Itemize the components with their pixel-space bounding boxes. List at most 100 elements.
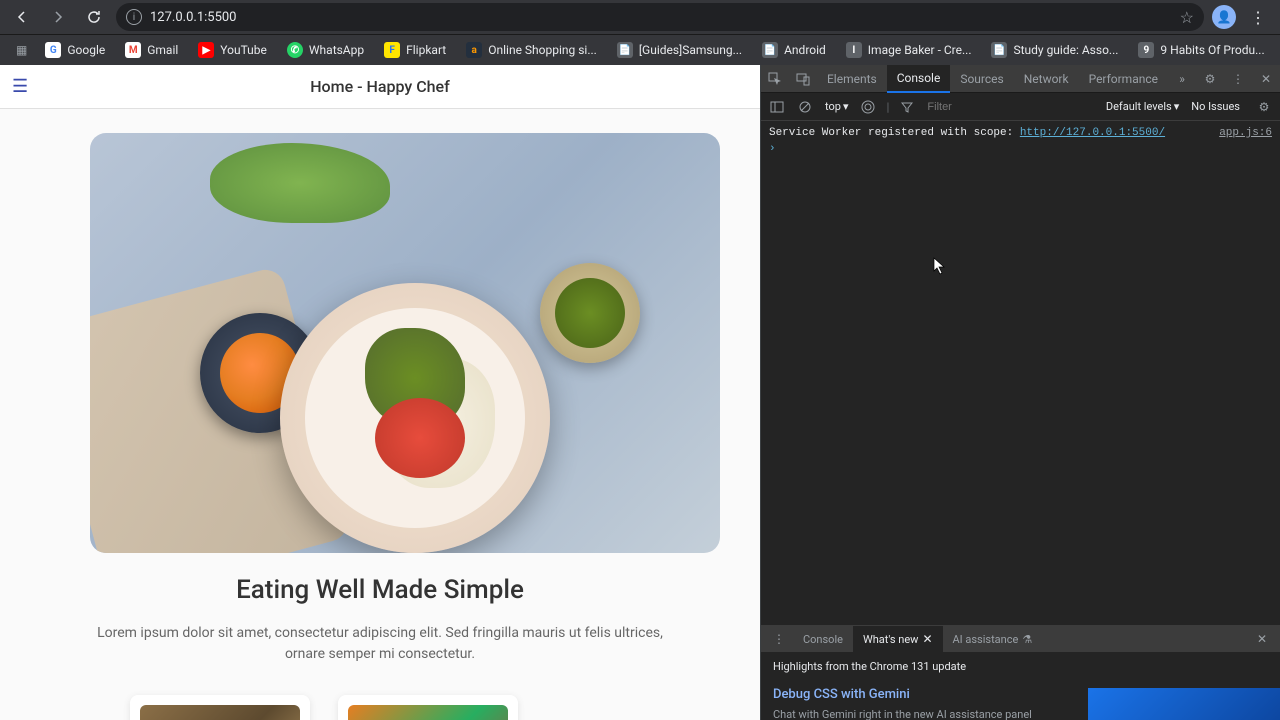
browser-toolbar: i 127.0.0.1:5500 ☆ 👤 ⋮ — [0, 0, 1280, 35]
drawer-tab-whatsnew[interactable]: What's new✕ — [853, 626, 943, 652]
bookmark-label: YouTube — [220, 43, 267, 57]
bookmark-item[interactable]: 📄Create services ne... — [1277, 38, 1280, 62]
address-bar[interactable]: i 127.0.0.1:5500 ☆ — [116, 3, 1204, 31]
bookmark-label: 9 Habits Of Produ... — [1160, 43, 1264, 57]
bookmark-label: WhatsApp — [309, 43, 364, 57]
bookmark-favicon: 9 — [1138, 42, 1154, 58]
devtools-tab-network[interactable]: Network — [1014, 65, 1079, 93]
close-icon[interactable]: ✕ — [922, 632, 932, 646]
bookmark-favicon: F — [384, 42, 400, 58]
issues-count[interactable]: No Issues — [1183, 100, 1248, 113]
apps-button[interactable]: ▦ — [8, 39, 33, 61]
bookmark-item[interactable]: ✆ WhatsApp — [279, 38, 372, 62]
console-settings-icon[interactable]: ⚙ — [1252, 95, 1276, 119]
bookmark-label: Gmail — [147, 43, 178, 57]
chrome-menu-icon[interactable]: ⋮ — [1244, 8, 1272, 27]
site-info-icon[interactable]: i — [126, 9, 142, 25]
bookmark-label: Flipkart — [406, 43, 446, 57]
bookmark-label: Image Baker - Cre... — [868, 43, 972, 57]
bookmark-item[interactable]: 9 9 Habits Of Produ... — [1130, 38, 1272, 62]
bookmark-item[interactable]: F Flipkart — [376, 38, 454, 62]
hero-image — [90, 133, 720, 553]
bookmark-item[interactable]: ▶ YouTube — [190, 38, 275, 62]
bookmark-item[interactable]: 📄 Android — [754, 38, 834, 62]
page-header: ☰ Home - Happy Chef — [0, 65, 760, 109]
drawer-close-icon[interactable]: ✕ — [1248, 625, 1276, 653]
console-input[interactable] — [782, 143, 1272, 155]
bookmark-favicon: a — [466, 42, 482, 58]
recipe-card[interactable] — [338, 695, 518, 720]
devtools-close-icon[interactable]: ✕ — [1252, 65, 1280, 93]
log-message: Service Worker registered with scope: ht… — [769, 127, 1219, 139]
bookmark-favicon: 📄 — [762, 42, 778, 58]
more-tabs-icon[interactable]: » — [1168, 65, 1196, 93]
bookmark-favicon: I — [846, 42, 862, 58]
devtools-tab-sources[interactable]: Sources — [950, 65, 1013, 93]
recipe-card-image — [140, 705, 300, 720]
drawer-tab-console[interactable]: Console — [793, 626, 853, 652]
page-title: Home - Happy Chef — [310, 77, 450, 96]
back-button[interactable] — [8, 3, 36, 31]
feature-thumbnail — [1088, 688, 1280, 720]
console-sidebar-toggle-icon[interactable] — [765, 95, 789, 119]
forward-button[interactable] — [44, 3, 72, 31]
recipe-cards — [90, 695, 670, 720]
bookmark-label: Study guide: Asso... — [1013, 43, 1118, 57]
whatsnew-heading: Highlights from the Chrome 131 update — [773, 660, 1268, 673]
console-toolbar: top▾ | Default levels▾ No Issues ⚙ — [761, 93, 1280, 121]
recipe-card[interactable] — [130, 695, 310, 720]
bookmark-label: [Guides]Samsung... — [639, 43, 742, 57]
bookmark-item[interactable]: 📄[Guides]Samsung... — [609, 38, 750, 62]
bookmark-item[interactable]: G Google — [37, 38, 113, 62]
page-content: Eating Well Made Simple Lorem ipsum dolo… — [0, 109, 760, 720]
bookmark-label: Android — [784, 43, 826, 57]
devtools-menu-icon[interactable]: ⋮ — [1224, 65, 1252, 93]
console-prompt[interactable]: › — [769, 141, 1272, 157]
bookmark-label: Online Shopping si... — [488, 43, 597, 57]
console-filter-input[interactable] — [923, 97, 1073, 117]
log-levels-select[interactable]: Default levels▾ — [1106, 100, 1179, 113]
url-text: 127.0.0.1:5500 — [150, 10, 237, 25]
devtools-tab-elements[interactable]: Elements — [817, 65, 887, 93]
reload-button[interactable] — [80, 3, 108, 31]
flask-icon: ⚗ — [1022, 633, 1032, 646]
mouse-cursor-icon — [933, 257, 947, 275]
bookmark-item[interactable]: 📄 Study guide: Asso... — [983, 38, 1126, 62]
console-output[interactable]: Service Worker registered with scope: ht… — [761, 121, 1280, 625]
devtools-tabs: ElementsConsoleSourcesNetworkPerformance… — [761, 65, 1280, 93]
devtools-tab-console[interactable]: Console — [887, 65, 951, 93]
live-expression-icon[interactable] — [856, 95, 880, 119]
devtools-drawer: ⋮ Console What's new✕ AI assistance⚗ ✕ H… — [761, 625, 1280, 720]
profile-avatar[interactable]: 👤 — [1212, 5, 1236, 29]
hero-title: Eating Well Made Simple — [90, 575, 670, 605]
log-source-link[interactable]: app.js:6 — [1219, 127, 1272, 139]
execution-context-select[interactable]: top▾ — [821, 98, 852, 115]
bookmark-favicon: G — [45, 42, 61, 58]
devtools-panel: ElementsConsoleSourcesNetworkPerformance… — [761, 65, 1280, 720]
device-toolbar-icon[interactable] — [789, 65, 817, 93]
drawer-content: Highlights from the Chrome 131 update De… — [761, 652, 1280, 720]
bookmark-item[interactable]: a Online Shopping si... — [458, 38, 605, 62]
bookmark-item[interactable]: M Gmail — [117, 38, 186, 62]
hero-description: Lorem ipsum dolor sit amet, consectetur … — [90, 623, 670, 665]
log-link[interactable]: http://127.0.0.1:5500/ — [1020, 127, 1165, 139]
bookmark-favicon: 📄 — [991, 42, 1007, 58]
prompt-arrow-icon: › — [769, 143, 776, 155]
recipe-card-image — [348, 705, 508, 720]
bookmark-star-icon[interactable]: ☆ — [1180, 8, 1194, 27]
bookmark-favicon: M — [125, 42, 141, 58]
menu-hamburger-icon[interactable]: ☰ — [12, 76, 28, 97]
bookmark-item[interactable]: I Image Baker - Cre... — [838, 38, 980, 62]
page-viewport: ☰ Home - Happy Chef Eating Well Made Sim… — [0, 65, 761, 720]
drawer-tabs: ⋮ Console What's new✕ AI assistance⚗ ✕ — [761, 626, 1280, 652]
bookmark-favicon: ✆ — [287, 42, 303, 58]
devtools-tab-performance[interactable]: Performance — [1079, 65, 1168, 93]
bookmark-label: Google — [67, 43, 105, 57]
inspect-element-icon[interactable] — [761, 65, 789, 93]
drawer-tab-ai[interactable]: AI assistance⚗ — [943, 626, 1043, 652]
clear-console-icon[interactable] — [793, 95, 817, 119]
drawer-menu-icon[interactable]: ⋮ — [765, 625, 793, 653]
bookmark-favicon: ▶ — [198, 42, 214, 58]
console-log-row: Service Worker registered with scope: ht… — [769, 125, 1272, 141]
devtools-settings-icon[interactable]: ⚙ — [1196, 65, 1224, 93]
